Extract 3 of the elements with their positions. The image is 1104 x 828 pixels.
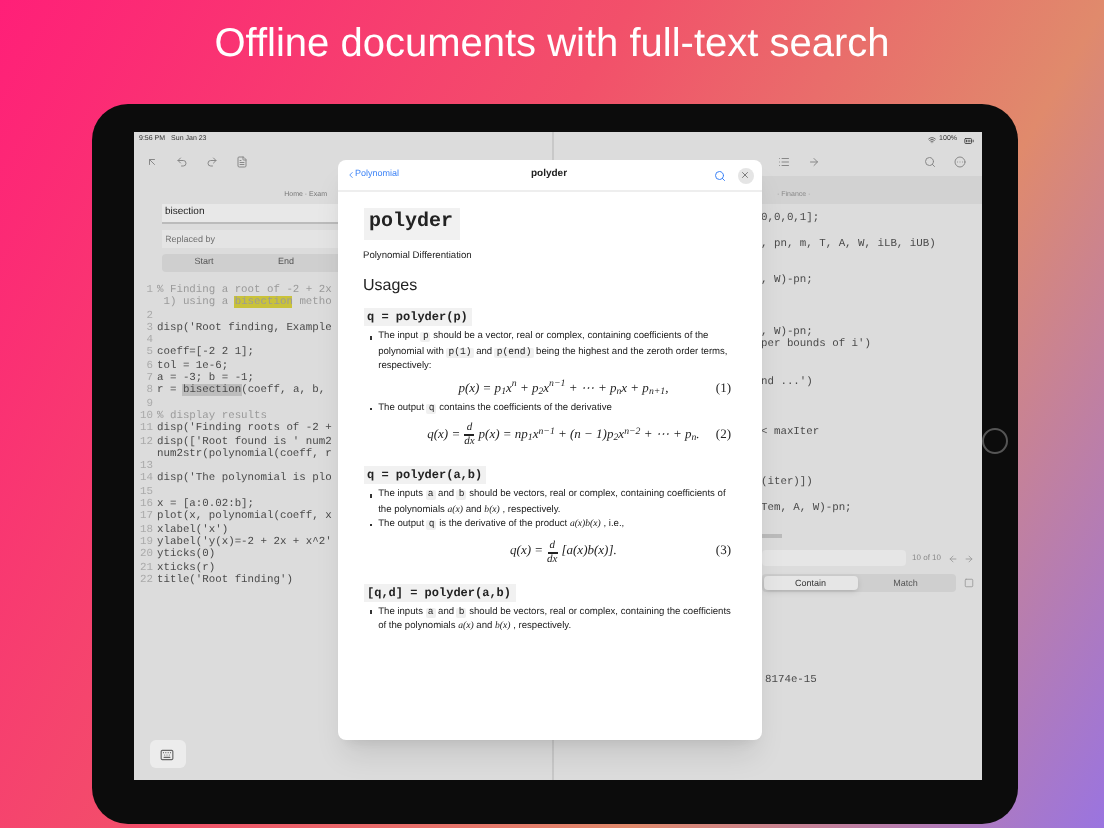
headline: Offline documents with full-text search: [214, 20, 890, 68]
section-title: Usages: [363, 276, 418, 297]
doc-heading: polyder: [363, 208, 460, 240]
